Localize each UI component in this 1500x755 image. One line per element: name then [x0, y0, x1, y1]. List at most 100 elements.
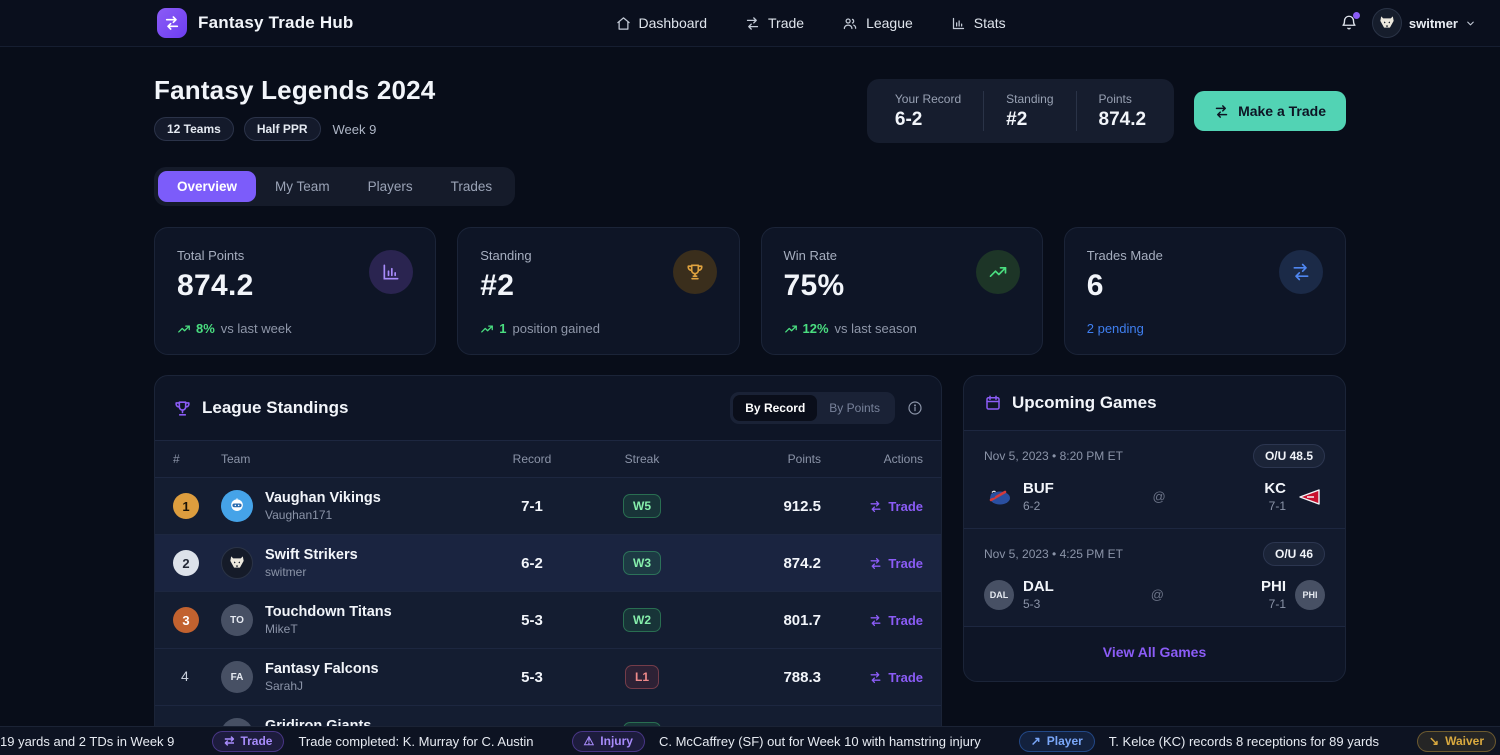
trade-action-button[interactable]: Trade [827, 613, 923, 628]
warning-icon: ⚠ [584, 734, 595, 748]
swap-icon [745, 16, 760, 31]
away-team-record: 6-2 [1023, 499, 1054, 513]
toggle-by-record[interactable]: By Record [733, 395, 817, 421]
chevron-down-icon [1465, 18, 1476, 29]
nav-stats[interactable]: Stats [951, 15, 1006, 31]
rank-badge-silver: 2 [173, 550, 199, 576]
trade-action-button[interactable]: Trade [827, 670, 923, 685]
trend-value: 8% [196, 321, 215, 336]
col-rank: # [173, 452, 221, 466]
tag-label: Injury [600, 734, 633, 748]
tab-trades[interactable]: Trades [432, 171, 512, 202]
record-value: 7-1 [477, 498, 587, 515]
col-actions: Actions [827, 452, 923, 466]
nav-trade[interactable]: Trade [745, 15, 804, 31]
injury-tag-badge: ⚠ Injury [572, 731, 645, 752]
pending-trades-link[interactable]: 2 pending [1087, 321, 1144, 336]
league-meta: 12 Teams Half PPR Week 9 [154, 117, 435, 141]
table-row[interactable]: 3 TO Touchdown Titans MikeT 5-3 W2 801.7… [155, 592, 941, 649]
upcoming-games-card: Upcoming Games Nov 5, 2023 • 8:20 PM ET … [963, 375, 1346, 682]
teams-badge: 12 Teams [154, 117, 234, 141]
news-ticker: 19 yards and 2 TDs in Week 9 ⇄ Trade Tra… [0, 726, 1500, 755]
summary-label: Points [1099, 92, 1147, 106]
table-row[interactable]: 1 Vaughan Vikings Vaughan171 7-1 W5 912.… [155, 478, 941, 535]
game-datetime: Nov 5, 2023 • 8:20 PM ET [984, 449, 1123, 463]
trade-label: Trade [888, 670, 923, 685]
points-value: 801.7 [697, 612, 827, 629]
user-menu[interactable]: switmer [1372, 8, 1476, 38]
col-team: Team [221, 452, 477, 466]
games-title: Upcoming Games [1012, 393, 1157, 413]
nav-label: Trade [768, 15, 804, 31]
record-summary-card: Your Record 6-2 Standing #2 Points 874.2 [867, 79, 1174, 143]
streak-badge: W3 [623, 551, 661, 575]
trade-label: Trade [888, 556, 923, 571]
table-row-own-team[interactable]: 2 Swift Strikers switmer 6-2 W3 874.2 Tr… [155, 535, 941, 592]
cta-label: Make a Trade [1238, 103, 1326, 119]
view-all-games-link[interactable]: View All Games [1103, 644, 1207, 660]
points-value: 874.2 [697, 555, 827, 572]
tab-my-team[interactable]: My Team [256, 171, 349, 202]
ticker-text: 19 yards and 2 TDs in Week 9 [0, 734, 174, 749]
game-row[interactable]: Nov 5, 2023 • 4:25 PM ET O/U 46 DAL DAL … [964, 529, 1345, 627]
nav-label: League [866, 15, 913, 31]
swap-icon: ⇄ [224, 734, 234, 748]
nav-league[interactable]: League [842, 15, 913, 31]
team-avatar: TO [221, 604, 253, 636]
trade-label: Trade [888, 499, 923, 514]
col-streak: Streak [587, 452, 697, 466]
bar-chart-icon [369, 250, 413, 294]
league-standings-card: League Standings By Record By Points # T… [154, 375, 942, 755]
tag-label: Trade [240, 734, 272, 748]
summary-value: 874.2 [1099, 109, 1147, 131]
calendar-icon [984, 394, 1002, 412]
nav-dashboard[interactable]: Dashboard [616, 15, 708, 31]
tab-overview[interactable]: Overview [158, 171, 256, 202]
stat-cards: Total Points 874.2 8% vs last week Stand… [154, 227, 1346, 355]
user-avatar [1372, 8, 1402, 38]
team-name: Touchdown Titans [265, 604, 392, 620]
info-icon[interactable] [907, 400, 923, 416]
toggle-by-points[interactable]: By Points [817, 395, 892, 421]
trending-up-icon: ↗ [1031, 734, 1041, 748]
stat-card-total-points: Total Points 874.2 8% vs last week [154, 227, 436, 355]
ticker-item-trade: ⇄ Trade Trade completed: K. Murray for C… [212, 731, 533, 752]
col-record: Record [477, 452, 587, 466]
home-team-record: 7-1 [1261, 597, 1286, 611]
swap-icon [1214, 104, 1229, 119]
game-row[interactable]: Nov 5, 2023 • 8:20 PM ET O/U 48.5 BUF 6-… [964, 431, 1345, 529]
rank-badge-bronze: 3 [173, 607, 199, 633]
bar-chart-icon [951, 16, 966, 31]
trend-up-icon: 8% [177, 321, 215, 336]
week-label: Week 9 [333, 122, 377, 137]
nav-label: Dashboard [639, 15, 708, 31]
trade-action-button[interactable]: Trade [827, 499, 923, 514]
nav-links: Dashboard Trade League Stats [616, 15, 1006, 31]
brand: Fantasy Trade Hub [157, 8, 354, 38]
home-team-abbr: PHI [1261, 578, 1286, 595]
home-team-record: 7-1 [1264, 499, 1286, 513]
trade-action-button[interactable]: Trade [827, 556, 923, 571]
away-team-record: 5-3 [1023, 597, 1054, 611]
record-value: 5-3 [477, 612, 587, 629]
summary-standing: Standing #2 [984, 92, 1075, 131]
chiefs-logo [1295, 482, 1325, 512]
summary-points: Points 874.2 [1077, 92, 1169, 131]
team-avatar [221, 547, 253, 579]
people-icon [842, 16, 858, 31]
app-logo-swap-icon [157, 8, 187, 38]
make-a-trade-button[interactable]: Make a Trade [1194, 91, 1346, 131]
sort-toggle: By Record By Points [730, 392, 895, 424]
away-team-abbr: DAL [1023, 578, 1054, 595]
table-row[interactable]: 4 FA Fantasy Falcons SarahJ 5-3 L1 788.3… [155, 649, 941, 706]
tab-players[interactable]: Players [349, 171, 432, 202]
team-owner: Vaughan171 [265, 508, 381, 522]
notification-dot [1353, 12, 1360, 19]
ticker-text: C. McCaffrey (SF) out for Week 10 with h… [659, 734, 981, 749]
summary-label: Standing [1006, 92, 1053, 106]
notifications-button[interactable] [1340, 14, 1358, 32]
over-under-badge: O/U 48.5 [1253, 444, 1325, 468]
trending-down-icon: ↘ [1429, 734, 1439, 748]
trend-note: vs last season [835, 321, 917, 336]
streak-badge-loss: L1 [625, 665, 659, 689]
